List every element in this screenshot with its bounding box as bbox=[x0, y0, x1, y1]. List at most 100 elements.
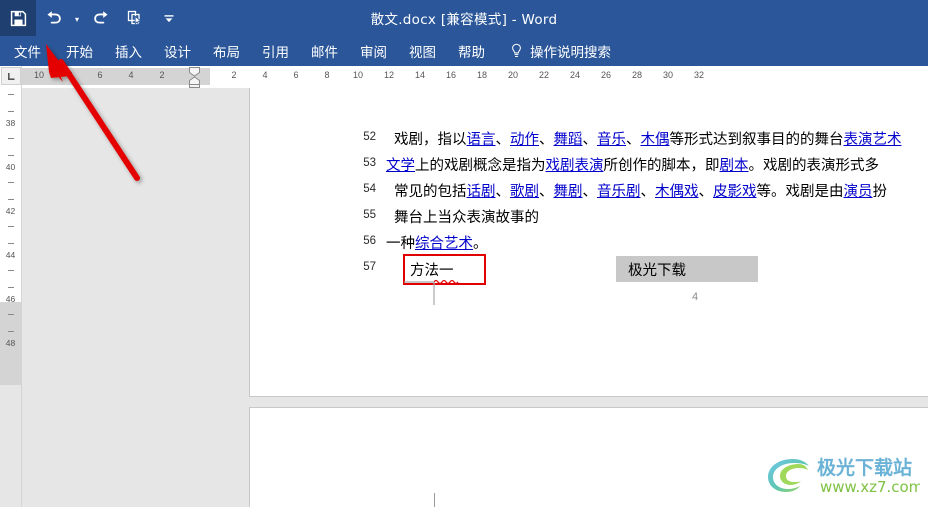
hruler-num-28: 28 bbox=[631, 70, 643, 80]
document-hyperlink[interactable]: 剧本 bbox=[720, 158, 749, 174]
document-hyperlink[interactable]: 音乐剧 bbox=[597, 184, 641, 200]
tab-layout[interactable]: 布局 bbox=[202, 36, 251, 66]
document-text-run: 戏剧，指以 bbox=[394, 132, 467, 148]
indent-markers[interactable] bbox=[188, 66, 201, 88]
text-boundary-corner bbox=[404, 281, 435, 305]
vruler-num-42: 42 bbox=[5, 206, 16, 216]
hruler-num-30: 30 bbox=[662, 70, 674, 80]
document-text-run: 一种 bbox=[386, 236, 415, 252]
tell-me-label: 操作说明搜索 bbox=[530, 45, 611, 61]
hruler-num-10: 10 bbox=[352, 70, 364, 80]
lightbulb-icon bbox=[512, 43, 521, 57]
document-line-52[interactable]: 戏剧，指以语言、动作、舞蹈、音乐、木偶等形式达到叙事目的的舞台表演艺术 bbox=[394, 128, 902, 149]
document-line-56[interactable]: 一种综合艺术。 bbox=[386, 232, 488, 253]
hruler-num-26: 26 bbox=[600, 70, 612, 80]
line-number-57: 57 bbox=[363, 261, 376, 273]
document-hyperlink[interactable]: 木偶 bbox=[641, 132, 670, 148]
tab-review[interactable]: 审阅 bbox=[349, 36, 398, 66]
tell-me-search[interactable]: 操作说明搜索 bbox=[510, 41, 611, 61]
document-hyperlink[interactable]: 舞剧 bbox=[554, 184, 583, 200]
watermark-brand: 极光下载站 bbox=[817, 456, 912, 479]
document-text-run: 、 bbox=[582, 132, 598, 148]
hruler-num-20: 20 bbox=[507, 70, 519, 80]
tab-insert[interactable]: 插入 bbox=[104, 36, 153, 66]
hruler-num-8: 8 bbox=[324, 70, 330, 80]
hruler-num-16: 16 bbox=[445, 70, 457, 80]
document-text-run: 、 bbox=[640, 184, 656, 200]
document-hyperlink[interactable]: 综合艺术 bbox=[415, 236, 473, 252]
document-hyperlink[interactable]: 文学 bbox=[386, 158, 415, 174]
document-hyperlink[interactable]: 话剧 bbox=[467, 184, 496, 200]
document-text-run: 、 bbox=[539, 184, 554, 200]
text-cursor bbox=[434, 493, 435, 507]
document-text-run: 等形式达到叙事目的的舞台 bbox=[669, 132, 844, 148]
document-text-run: 舞台上当众表演故事的 bbox=[394, 210, 539, 226]
horizontal-ruler[interactable]: 10 8 6 4 2 2 4 6 8 10 12 14 16 18 20 22 … bbox=[22, 66, 928, 88]
tab-file[interactable]: 文件 bbox=[0, 36, 55, 66]
tab-stop-selector[interactable] bbox=[1, 67, 21, 85]
hruler-num-32: 32 bbox=[693, 70, 705, 80]
vertical-ruler-gap bbox=[0, 385, 21, 507]
tab-design[interactable]: 设计 bbox=[153, 36, 202, 66]
document-hyperlink[interactable]: 舞蹈 bbox=[554, 132, 583, 148]
document-line-55[interactable]: 舞台上当众表演故事的 bbox=[394, 206, 539, 227]
document-hyperlink[interactable]: 语言 bbox=[467, 132, 496, 148]
document-hyperlink[interactable]: 表演艺术 bbox=[844, 132, 902, 148]
vruler-num-46: 46 bbox=[5, 294, 16, 304]
hruler-num-8l: 8 bbox=[67, 70, 73, 80]
vruler-num-44: 44 bbox=[5, 250, 16, 260]
document-hyperlink[interactable]: 音乐 bbox=[597, 132, 626, 148]
tab-mailings[interactable]: 邮件 bbox=[300, 36, 349, 66]
document-text-run: 、 bbox=[495, 132, 511, 148]
document-text-run: 、 bbox=[539, 132, 554, 148]
tab-references[interactable]: 引用 bbox=[251, 36, 300, 66]
vruler-num-40: 40 bbox=[5, 162, 16, 172]
vruler-num-48: 48 bbox=[5, 338, 16, 348]
document-text-run: 、 bbox=[582, 184, 598, 200]
line-number-52: 52 bbox=[363, 131, 376, 143]
document-text-run: 所创作的脚本，即 bbox=[603, 158, 720, 174]
hruler-num-6: 6 bbox=[293, 70, 299, 80]
tab-help[interactable]: 帮助 bbox=[447, 36, 496, 66]
title-bar: ▾ 散文.docx [兼容模式] - Word bbox=[0, 0, 928, 36]
document-text-run: 等。戏剧是由 bbox=[756, 184, 844, 200]
vertical-ruler[interactable]: 38 40 42 44 46 48 bbox=[0, 66, 22, 507]
hruler-num-2l: 2 bbox=[159, 70, 165, 80]
hruler-num-10l: 10 bbox=[33, 70, 45, 80]
document-hyperlink[interactable]: 戏剧表演 bbox=[546, 158, 604, 174]
document-line-54[interactable]: 常见的包括话剧、歌剧、舞剧、音乐剧、木偶戏、皮影戏等。戏剧是由演员扮 bbox=[394, 180, 887, 201]
document-hyperlink[interactable]: 皮影戏 bbox=[713, 184, 757, 200]
document-line-53[interactable]: 文学上的戏剧概念是指为戏剧表演所创作的脚本，即剧本。戏剧的表演形式多 bbox=[386, 154, 879, 175]
watermark-url: www.xz7.com bbox=[820, 478, 920, 496]
highlighted-text-box[interactable]: 极光下载 bbox=[616, 256, 758, 282]
document-workspace: 38 40 42 44 46 48 10 8 6 4 2 2 4 6 8 10 … bbox=[0, 66, 928, 507]
aurora-swirl-icon bbox=[768, 459, 809, 492]
left-tab-icon bbox=[7, 72, 14, 80]
document-text-run: 、 bbox=[698, 184, 714, 200]
document-hyperlink[interactable]: 动作 bbox=[510, 132, 539, 148]
document-text-run: 、 bbox=[495, 184, 511, 200]
hruler-num-4l: 4 bbox=[128, 70, 134, 80]
document-text-run: 、 bbox=[626, 132, 641, 148]
window-title: 散文.docx [兼容模式] - Word bbox=[370, 12, 558, 28]
ribbon-tab-strip: 文件 开始 插入 设计 布局 引用 邮件 审阅 视图 帮助 操作说明搜索 bbox=[0, 36, 928, 66]
hruler-num-6l: 6 bbox=[97, 70, 103, 80]
document-text-run: 常见的包括 bbox=[394, 184, 467, 200]
line-number-54: 54 bbox=[363, 183, 376, 195]
page-scroll-area[interactable]: 52 53 54 55 56 57 戏剧，指以语言、动作、舞蹈、音乐、木偶等形式… bbox=[22, 88, 928, 507]
word-window: ▾ 散文.docx [兼容模式] - Word 文件 开始 插入 设计 布局 引… bbox=[0, 0, 928, 507]
document-hyperlink[interactable]: 歌剧 bbox=[510, 184, 539, 200]
tab-view[interactable]: 视图 bbox=[398, 36, 447, 66]
document-text-run: 。戏剧的表演形式多 bbox=[748, 158, 880, 174]
line-number-56: 56 bbox=[363, 235, 376, 247]
hruler-num-18: 18 bbox=[476, 70, 488, 80]
selected-text[interactable]: 方法一 bbox=[410, 259, 454, 280]
watermark-logo: 极光下载站 www.xz7.com bbox=[760, 451, 923, 501]
document-text-run: 扮 bbox=[872, 184, 888, 200]
document-hyperlink[interactable]: 木偶戏 bbox=[655, 184, 699, 200]
spelling-error-squiggle bbox=[434, 279, 459, 284]
document-text-run: 。 bbox=[473, 236, 488, 252]
hruler-num-2: 2 bbox=[231, 70, 237, 80]
document-hyperlink[interactable]: 演员 bbox=[844, 184, 873, 200]
tab-home[interactable]: 开始 bbox=[55, 36, 104, 66]
